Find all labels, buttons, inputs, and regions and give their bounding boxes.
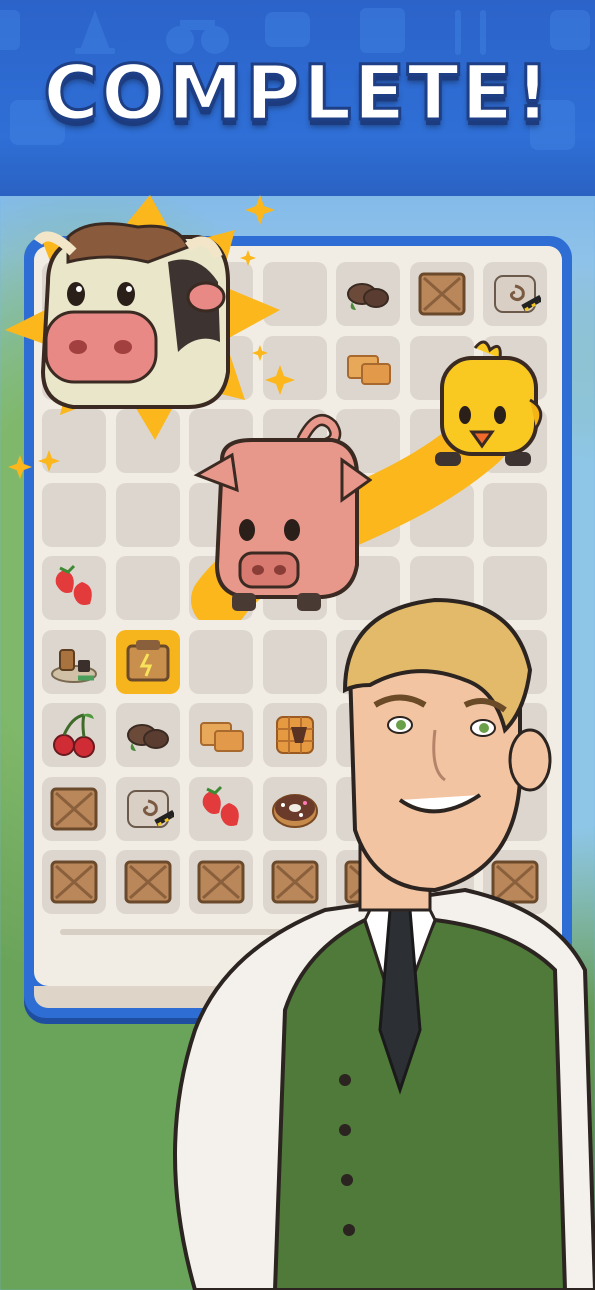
strawberries-icon[interactable] [48,562,100,614]
sparkle-icon [252,345,268,361]
pig-character [193,414,372,611]
farmer-man-character [173,597,595,1290]
cinnamon-roll-locked-icon[interactable] [489,268,541,320]
board-cell[interactable] [42,776,106,841]
coffee-set-icon[interactable] [48,636,100,688]
board-cell[interactable] [42,850,106,914]
sparkle-icon [240,250,256,266]
coffee-beans-icon[interactable] [342,268,394,320]
board-cell[interactable] [115,482,180,547]
complete-title: COMPLETE! [42,47,552,139]
board-cell[interactable] [42,629,106,694]
sparkle-icon [245,195,275,225]
board-cell[interactable] [409,262,474,326]
board-cell[interactable] [336,262,400,326]
sparkle-icon [38,450,60,472]
title-banner: COMPLETE! [0,0,595,196]
sparkle-icon [265,365,295,395]
sparkle-icon [8,455,32,479]
board-cell[interactable] [42,703,106,767]
cow-character [33,222,230,409]
board-cell[interactable] [483,262,547,326]
board-cell[interactable] [42,482,106,547]
wooden-crate-icon[interactable] [48,783,100,835]
wooden-crate-icon[interactable] [48,856,100,908]
chick-character [435,340,543,466]
cherries-icon[interactable] [48,709,100,761]
board-cell[interactable] [42,556,106,620]
wooden-crate-icon[interactable] [416,268,468,320]
